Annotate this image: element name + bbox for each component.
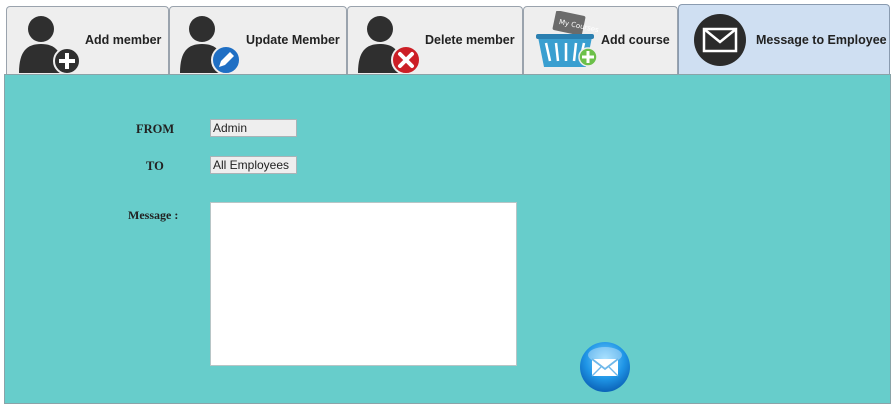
from-field[interactable]: Admin [210,119,297,137]
to-field[interactable]: All Employees [210,156,297,174]
tab-label: Delete member [425,33,515,47]
delete-member-icon [358,16,421,75]
mail-icon [694,14,746,66]
tab-delete-member[interactable]: Delete member [347,6,523,75]
message-panel: FROM Admin TO All Employees Message : [4,74,891,404]
message-textarea[interactable] [210,202,517,366]
message-label: Message : [128,208,179,222]
add-member-icon [19,16,81,75]
tab-label: Update Member [246,33,340,47]
tab-label: Add member [85,33,162,47]
tab-label: Message to Employee [756,33,887,47]
to-label: TO [146,159,164,173]
send-mail-icon [580,342,630,392]
tab-add-member[interactable]: Add member [6,6,169,75]
add-course-icon: My Courses [536,11,600,67]
tab-label: Add course [601,33,670,47]
tab-update-member[interactable]: Update Member [169,6,347,75]
tab-message-to-employee[interactable]: Message to Employee [678,4,890,76]
send-mail-button[interactable] [579,341,631,393]
tab-bar: Add member Update Member Delete member M… [0,0,895,76]
update-member-icon [180,16,241,75]
tab-add-course[interactable]: My Courses Add course [523,6,678,74]
from-label: FROM [136,122,175,136]
